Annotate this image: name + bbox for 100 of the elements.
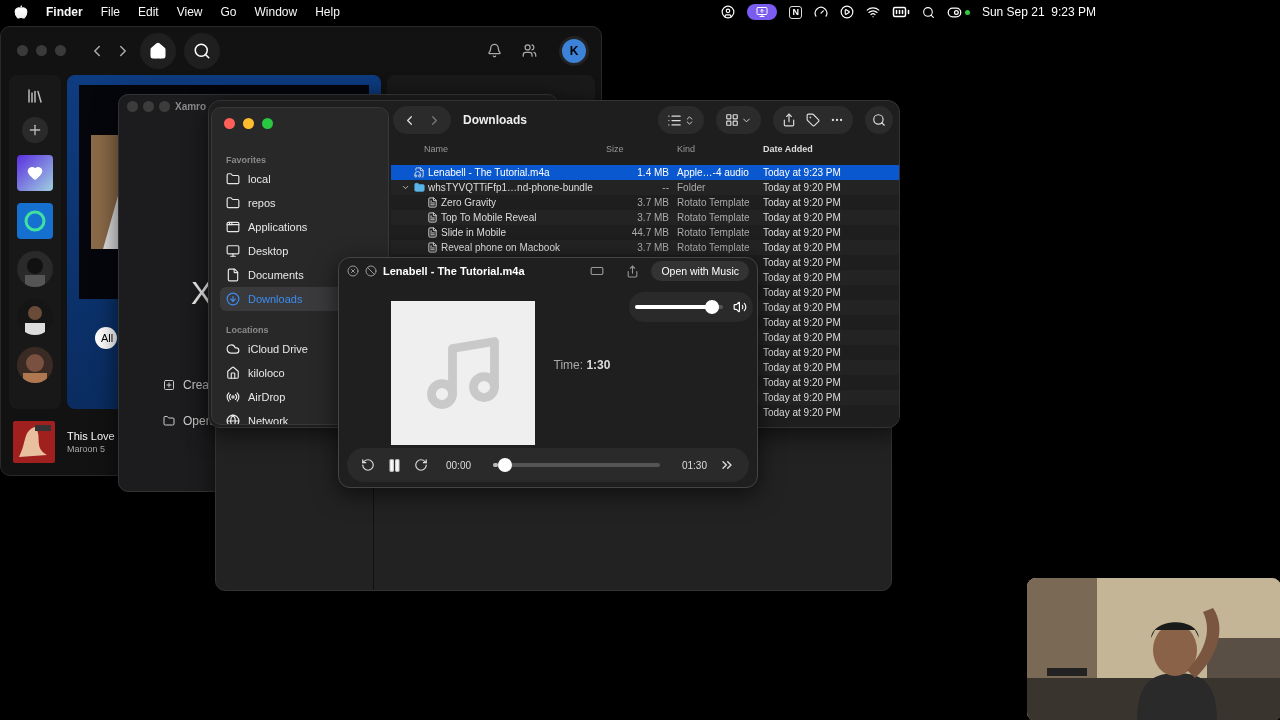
- grid-icon: [725, 113, 739, 127]
- folder-icon: [414, 182, 425, 193]
- date-added: Today at 9:20 PM: [763, 362, 842, 373]
- menu-item[interactable]: View: [176, 5, 203, 19]
- clock[interactable]: Sun Sep 21 9:23 PM: [981, 5, 1096, 19]
- open-with-button[interactable]: Open with Music: [651, 261, 749, 281]
- control-center-icon[interactable]: [946, 4, 962, 20]
- list-icon: [667, 112, 682, 128]
- trim-icon[interactable]: [590, 264, 605, 278]
- monitor-icon: [756, 6, 769, 18]
- menu-item[interactable]: Go: [220, 5, 237, 19]
- menu-item[interactable]: Window: [254, 5, 298, 19]
- menu-item[interactable]: Help: [315, 5, 340, 19]
- column-header[interactable]: Kind: [669, 144, 763, 154]
- date-added: Today at 9:20 PM: [763, 257, 842, 268]
- file-row[interactable]: whsTYVQTTiFfp1…nd-phone-bundle -- Folder Today at 9:20 PM: [391, 180, 899, 195]
- library-icon[interactable]: [26, 86, 44, 105]
- file-row[interactable]: Lenabell - The Tutorial.m4a 1.4 MB Apple…-4 audio Today at 9:23 PM: [391, 165, 899, 180]
- search-icon[interactable]: [921, 5, 935, 19]
- filter-chip[interactable]: All: [95, 326, 118, 349]
- file-size: 3.7 MB: [636, 242, 669, 253]
- broadcast-icon: [226, 390, 240, 404]
- app-window-icon: [226, 220, 240, 234]
- progress-slider[interactable]: [493, 458, 660, 472]
- user-circle-icon[interactable]: [721, 5, 736, 19]
- action-link[interactable]: Crea: [183, 378, 209, 392]
- elapsed-time: 00:00: [446, 459, 472, 471]
- menu-item[interactable]: File: [100, 5, 120, 19]
- status-dot: [964, 9, 970, 15]
- date-added: Today at 9:20 PM: [763, 182, 842, 193]
- share-icon[interactable]: [626, 264, 640, 278]
- date-added: Today at 9:20 PM: [763, 377, 842, 388]
- close-icon[interactable]: [347, 265, 359, 277]
- file-row[interactable]: Top To Mobile Reveal 3.7 MB Rotato Template Today at 9:20 PM: [391, 210, 899, 225]
- play-circle-icon[interactable]: [839, 5, 854, 19]
- wifi-icon[interactable]: [865, 5, 880, 19]
- folder-icon: [226, 172, 240, 186]
- heart-icon: [27, 164, 43, 181]
- gauge-icon[interactable]: [813, 5, 828, 19]
- sidebar-item[interactable]: Desktop: [220, 239, 380, 263]
- pause-icon[interactable]: [387, 457, 402, 473]
- search-icon: [193, 41, 211, 60]
- skip-forward-icon[interactable]: [414, 458, 428, 472]
- view-button[interactable]: [658, 106, 704, 134]
- file-row[interactable]: Reveal phone on Macbook 3.7 MB Rotato Template Today at 9:20 PM: [391, 240, 899, 255]
- skip-back-icon[interactable]: [361, 458, 375, 472]
- screen-share-button[interactable]: [747, 4, 778, 20]
- liked-songs-tile[interactable]: [17, 154, 53, 191]
- file-name: Reveal phone on Macbook: [441, 242, 560, 253]
- tag-icon[interactable]: [806, 113, 820, 127]
- minimize-button[interactable]: [243, 118, 254, 129]
- menu-item[interactable]: Edit: [138, 5, 159, 19]
- file-name: Slide in Mobile: [441, 227, 507, 238]
- audio-file-icon: [414, 167, 425, 178]
- close-button[interactable]: [224, 118, 235, 129]
- cloud-icon: [226, 342, 240, 356]
- apple-icon[interactable]: [14, 5, 28, 19]
- section-heading: Locations: [225, 324, 270, 337]
- sidebar-item[interactable]: Applications: [220, 215, 380, 239]
- search-button[interactable]: [865, 106, 893, 134]
- column-header[interactable]: Name: [391, 144, 601, 154]
- track-title: This Love: [67, 430, 115, 442]
- search-button[interactable]: [184, 32, 220, 69]
- home-button[interactable]: [140, 32, 176, 69]
- file-size: 3.7 MB: [636, 197, 669, 208]
- file-kind: Folder: [676, 182, 707, 193]
- volume-slider[interactable]: [635, 300, 723, 314]
- no-entry-icon[interactable]: [365, 265, 377, 277]
- folder-icon[interactable]: [163, 415, 175, 427]
- slider-thumb[interactable]: [497, 458, 512, 472]
- share-icon[interactable]: [782, 113, 796, 127]
- add-icon[interactable]: [163, 379, 175, 391]
- date-added: Today at 9:20 PM: [763, 227, 842, 238]
- date-added: Today at 9:20 PM: [763, 197, 842, 208]
- group-button[interactable]: [716, 106, 761, 134]
- updown-chevron-icon: [684, 114, 695, 126]
- users-icon[interactable]: [522, 43, 537, 59]
- file-name: whsTYVQTTiFfp1…nd-phone-bundle: [428, 182, 593, 193]
- column-header[interactable]: Date Added: [763, 144, 899, 154]
- sidebar-item[interactable]: repos: [220, 191, 380, 215]
- date-added: Today at 9:20 PM: [763, 407, 842, 418]
- add-button[interactable]: [22, 116, 48, 143]
- file-kind: Rotato Template: [676, 197, 751, 208]
- date-added: Today at 9:20 PM: [763, 392, 842, 403]
- slider-thumb[interactable]: [705, 300, 720, 314]
- file-size: 1.4 MB: [636, 167, 669, 178]
- folder-icon: [226, 196, 240, 210]
- file-kind: Rotato Template: [676, 227, 751, 238]
- file-size: 44.7 MB: [630, 227, 669, 238]
- file-size: --: [661, 182, 669, 193]
- app-badge[interactable]: N: [789, 5, 802, 19]
- file-name: Zero Gravity: [441, 197, 496, 208]
- sidebar-item[interactable]: local: [220, 167, 380, 191]
- avatar[interactable]: K: [559, 35, 589, 66]
- bell-icon[interactable]: [487, 43, 502, 59]
- speaker-icon[interactable]: [733, 300, 747, 314]
- column-header[interactable]: Size: [601, 144, 669, 154]
- app-menu[interactable]: Finder: [46, 5, 83, 19]
- disclosure-icon[interactable]: [401, 183, 410, 192]
- zoom-button[interactable]: [262, 118, 273, 129]
